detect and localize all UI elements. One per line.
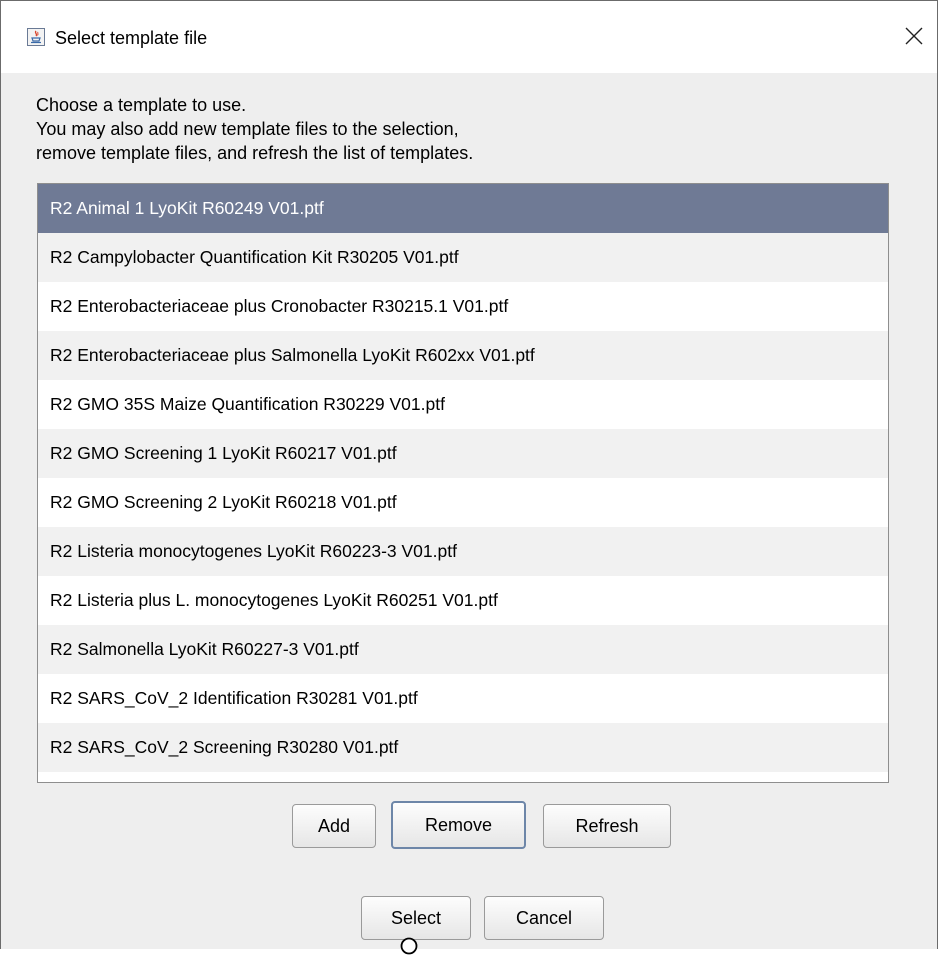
close-icon [905, 27, 923, 45]
instruction-line: Choose a template to use. [36, 95, 247, 115]
remove-button[interactable]: Remove [391, 801, 526, 849]
instruction-line: remove template files, and refresh the l… [36, 143, 474, 163]
list-item[interactable]: R2 GMO 35S Maize Quantification R30229 V… [38, 380, 888, 429]
select-button[interactable]: Select [361, 896, 471, 940]
list-item[interactable]: R2 Enterobacteriaceae plus Salmonella Ly… [38, 331, 888, 380]
add-button[interactable]: Add [292, 804, 376, 848]
close-button[interactable] [891, 13, 937, 59]
mouse-cursor-icon [400, 937, 418, 955]
list-item[interactable]: R2 Animal 1 LyoKit R60249 V01.ptf [38, 184, 888, 233]
instructions-text: Choose a template to use. You may also a… [36, 93, 473, 165]
list-item[interactable]: R2 Enterobacteriaceae plus Cronobacter R… [38, 282, 888, 331]
list-item[interactable]: R2 Campylobacter Quantification Kit R302… [38, 233, 888, 282]
title-bar[interactable]: Select template file [1, 1, 937, 73]
list-item[interactable]: R2 GMO Screening 2 LyoKit R60218 V01.ptf [38, 478, 888, 527]
list-item[interactable]: R2 SARS_CoV_2 Screening R30280 V01.ptf [38, 723, 888, 772]
list-item[interactable]: R2 Listeria plus L. monocytogenes LyoKit… [38, 576, 888, 625]
dialog-window: Select template file Choose a template t… [0, 0, 938, 949]
cancel-button[interactable]: Cancel [484, 896, 604, 940]
java-app-icon [27, 28, 45, 46]
window-title: Select template file [55, 28, 208, 48]
list-item[interactable]: R2 SARS_CoV_2 Identification R30281 V01.… [38, 674, 888, 723]
list-item[interactable]: R2 GMO Screening 1 LyoKit R60217 V01.ptf [38, 429, 888, 478]
template-list[interactable]: R2 Animal 1 LyoKit R60249 V01.ptf R2 Camp… [37, 183, 889, 783]
instruction-line: You may also add new template files to t… [36, 119, 459, 139]
list-item[interactable]: R2 Salmonella LyoKit R60227-3 V01.ptf [38, 625, 888, 674]
refresh-button[interactable]: Refresh [543, 804, 671, 848]
list-item[interactable]: R2 Listeria monocytogenes LyoKit R60223-… [38, 527, 888, 576]
